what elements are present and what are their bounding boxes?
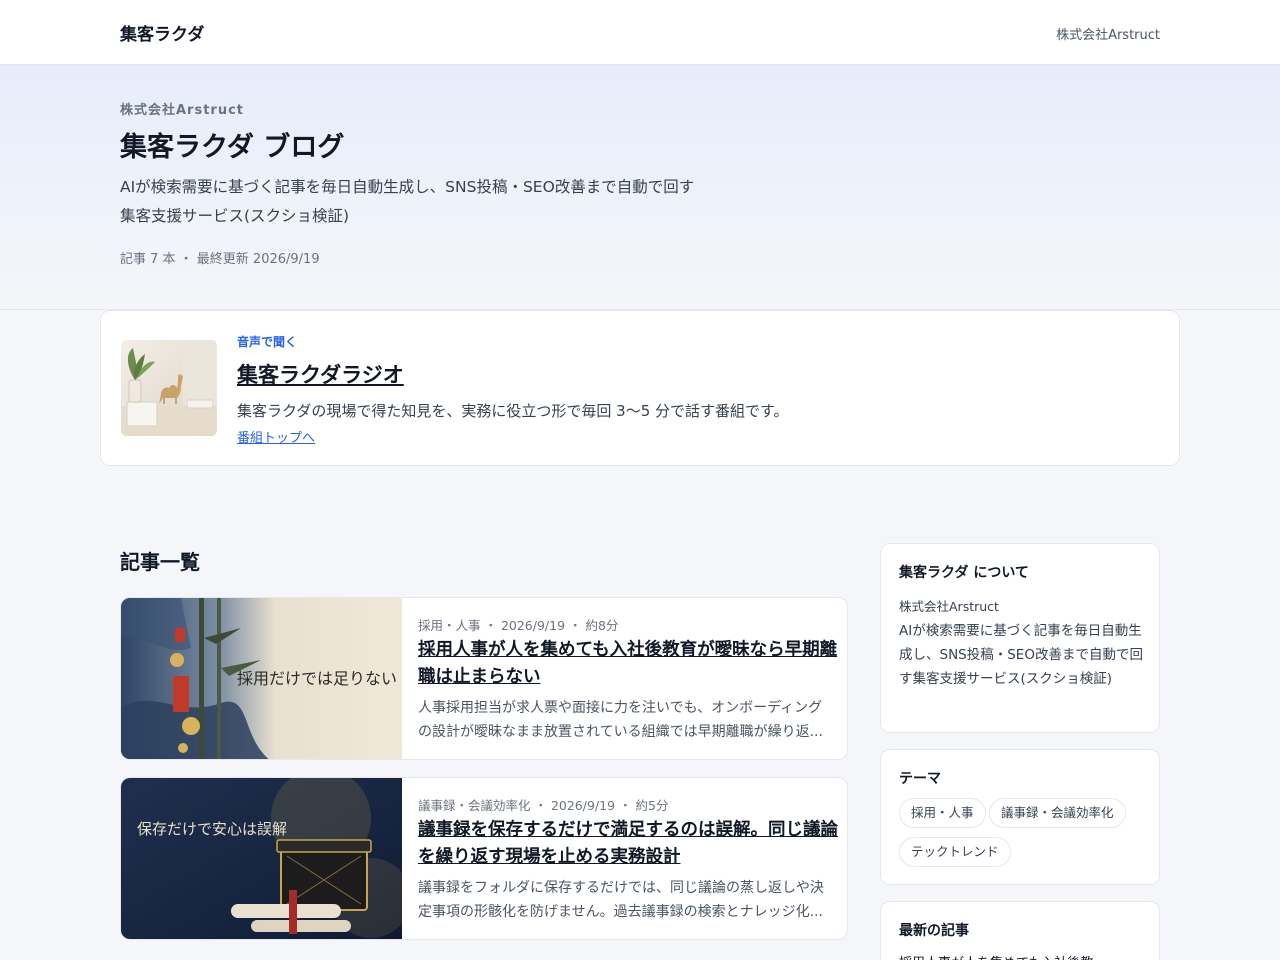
sidebar-about-title: 集客ラクダ について (899, 565, 1029, 581)
hero-section: 株式会社Arstruct 集客ラクダ ブログ AIが検索需要に基づく記事を毎日自… (0, 65, 1280, 310)
article-meta: 採用・人事 ・ 2026/9/19 ・ 約8分 (418, 618, 619, 633)
sidebar-about-card: 集客ラクダ について 株式会社Arstruct AIが検索需要に基づく記事を毎日… (880, 543, 1160, 733)
thumb-text: 採用だけでは足りない (237, 669, 397, 688)
site-header: 集客ラクダ 株式会社Arstruct (0, 0, 1280, 65)
sidebar-about-company: 株式会社Arstruct (899, 599, 999, 614)
brand-logo-link[interactable]: 集客ラクダ (120, 20, 204, 45)
article-excerpt: 議事録をフォルダに保存するだけでは、同じ議論の蒸し返しや決定事項の形骸化を防げま… (418, 880, 824, 920)
radio-description: 集客ラクダの現場で得た知見を、実務に役立つ形で毎回 3〜5 分で話す番組です。 (237, 402, 789, 420)
radio-eyebrow: 音声で聞く (237, 335, 298, 349)
theme-tag[interactable]: 議事録・会議効率化 (989, 798, 1126, 828)
radio-top-link[interactable]: 番組トップへ (237, 427, 315, 446)
hero-company-label: 株式会社Arstruct (120, 103, 245, 118)
sidebar-about-description: AIが検索需要に基づく記事を毎日自動生成し、SNS投稿・SEO改善まで自動で回す… (899, 623, 1143, 687)
article-card[interactable]: 採用だけでは足りない 採用・人事 ・ 2026/9/19 ・ 約8分 採用人事が… (120, 597, 848, 760)
sidebar-themes-card: テーマ 採用・人事 議事録・会議効率化 テックトレンド (880, 749, 1160, 885)
recent-article-link[interactable]: 採用人事が人を集めても入社後教 (899, 952, 1144, 960)
lacquer-box-scroll-illustration-icon: 保存だけで安心は誤解 (121, 778, 402, 939)
article-meta: 議事録・会議効率化 ・ 2026/9/19 ・ 約5分 (418, 798, 669, 813)
sidebar-recent-card: 最新の記事 採用人事が人を集めても入社後教 (880, 901, 1160, 960)
article-title-link[interactable]: 議事録を保存するだけで満足するのは誤解。同じ議論を繰り返す現場を止める実務設計 (418, 817, 838, 871)
page-title: 集客ラクダ ブログ (120, 132, 345, 163)
radio-card: 音声で聞く 集客ラクダラジオ 集客ラクダの現場で得た知見を、実務に役立つ形で毎回… (100, 310, 1180, 466)
theme-tag[interactable]: テックトレンド (899, 837, 1011, 867)
camel-figurine-icon (121, 340, 217, 436)
article-title-link[interactable]: 採用人事が人を集めても入社後教育が曖昧なら早期離職は止まらない (418, 637, 838, 691)
hero-description: AIが検索需要に基づく記事を毎日自動生成し、SNS投稿・SEO改善まで自動で回す… (120, 178, 695, 225)
radio-title-link[interactable]: 集客ラクダラジオ (237, 359, 404, 389)
sidebar-recent-title: 最新の記事 (899, 923, 969, 939)
articles-heading: 記事一覧 (120, 550, 200, 574)
article-thumbnail-image[interactable]: 採用だけでは足りない (121, 598, 402, 759)
article-thumbnail-image[interactable]: 保存だけで安心は誤解 (121, 778, 402, 939)
theme-tag[interactable]: 採用・人事 (899, 798, 986, 828)
sidebar-themes-title: テーマ (899, 771, 941, 787)
article-excerpt: 人事採用担当が求人票や面接に力を注いでも、オンボーディングの設計が曖昧なまま放置… (418, 700, 823, 740)
article-card[interactable]: 保存だけで安心は誤解 議事録・会議効率化 ・ 2026/9/19 ・ 約5分 議… (120, 777, 848, 940)
hero-meta: 記事 7 本 ・ 最終更新 2026/9/19 (120, 252, 320, 267)
radio-thumbnail-image[interactable] (121, 340, 217, 436)
company-link[interactable]: 株式会社Arstruct (1056, 24, 1160, 43)
thumb-text: 保存だけで安心は誤解 (137, 820, 287, 838)
bamboo-ink-illustration-icon: 採用だけでは足りない (121, 598, 402, 759)
